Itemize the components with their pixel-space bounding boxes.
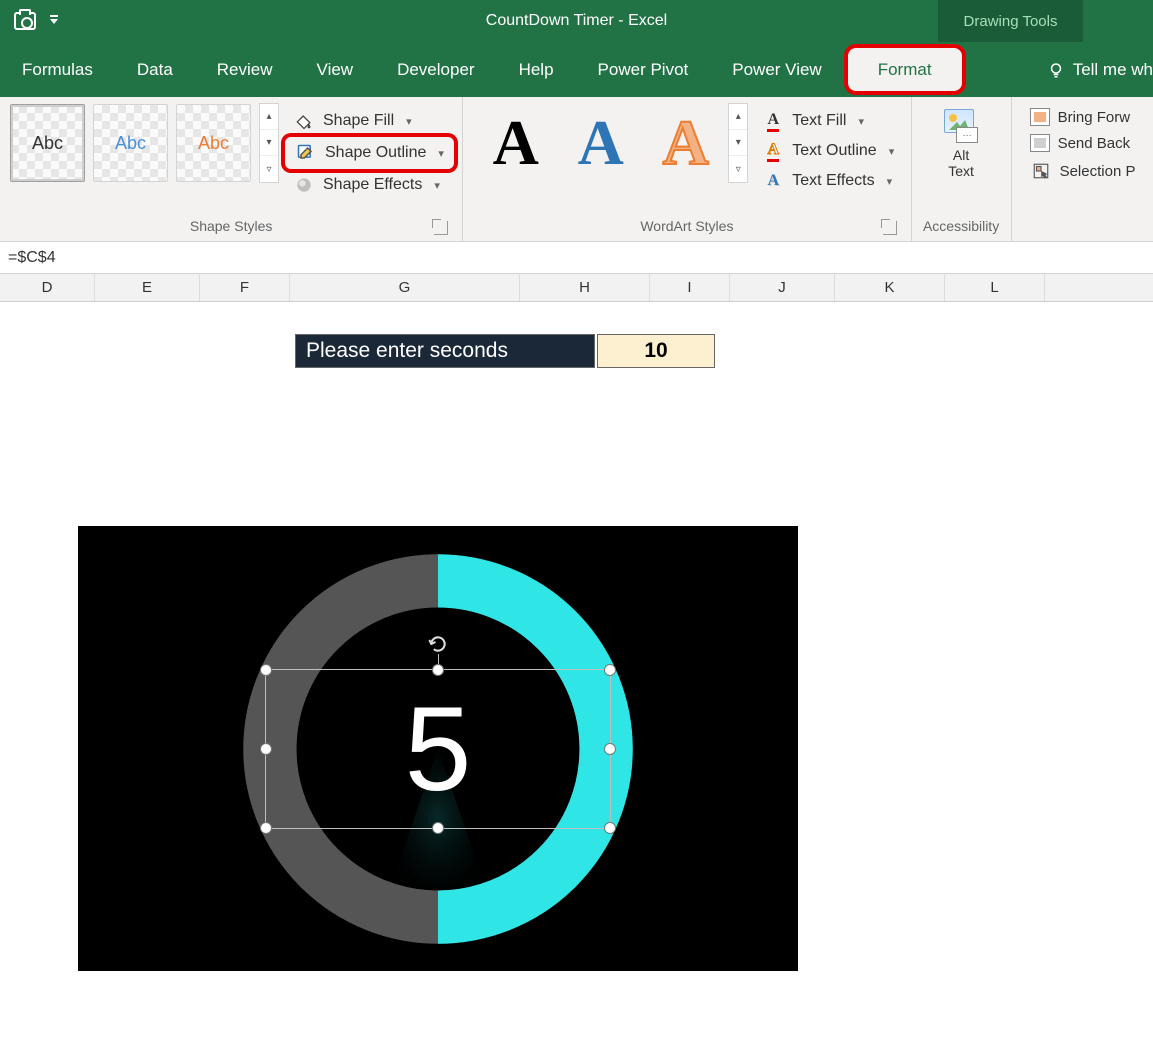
tab-developer[interactable]: Developer (375, 42, 497, 97)
alt-text-label: Alt Text (948, 147, 974, 179)
col-header[interactable]: H (520, 274, 650, 301)
pencil-outline-icon (295, 142, 317, 164)
tab-format[interactable]: Format (848, 48, 962, 91)
group-label-wordart: WordArt Styles (473, 215, 900, 237)
text-fill-label: Text Fill (792, 112, 846, 130)
tab-formulas[interactable]: Formulas (0, 42, 115, 97)
column-headers[interactable]: DEFGHIJKL (0, 274, 1153, 302)
shape-style-thumb[interactable]: Abc (176, 104, 251, 182)
resize-handle[interactable] (432, 822, 444, 834)
scroll-down-icon[interactable]: ▾ (260, 130, 278, 156)
tab-powerview[interactable]: Power View (710, 42, 843, 97)
lightbulb-icon (1047, 61, 1065, 79)
gallery-scroll[interactable]: ▴ ▾ ▿ (259, 103, 279, 183)
wordart-gallery[interactable]: A A A ▴ ▾ ▿ (473, 103, 748, 183)
col-header[interactable]: F (200, 274, 290, 301)
alt-text-icon: ··· (944, 109, 978, 143)
text-effects-label: Text Effects (792, 172, 874, 190)
text-effects-icon: A (762, 170, 784, 192)
gallery-scroll[interactable]: ▴ ▾ ▿ (728, 103, 748, 183)
tell-me-text: Tell me wh (1073, 60, 1153, 80)
send-backward-label: Send Back (1058, 135, 1131, 152)
text-fill-icon: A (762, 110, 784, 132)
alt-text-button[interactable]: ··· Alt Text (926, 103, 996, 185)
col-header[interactable]: L (945, 274, 1045, 301)
col-header[interactable]: D (0, 274, 95, 301)
bucket-icon (293, 110, 315, 132)
effects-icon (293, 174, 315, 196)
scroll-down-icon[interactable]: ▾ (729, 130, 747, 156)
formula-bar-value: =$C$4 (8, 249, 56, 267)
countdown-chart[interactable]: 5 (78, 526, 798, 971)
text-effects-button[interactable]: A Text Effects (754, 167, 902, 195)
tab-view[interactable]: View (295, 42, 376, 97)
text-outline-button[interactable]: A Text Outline (754, 137, 902, 165)
tab-data[interactable]: Data (115, 42, 195, 97)
selection-pane-icon (1030, 160, 1052, 182)
timer-digit: 5 (405, 680, 472, 818)
tab-powerpivot[interactable]: Power Pivot (576, 42, 711, 97)
tell-me[interactable]: Tell me wh (1027, 42, 1153, 97)
camera-icon[interactable] (14, 12, 36, 30)
wordart-thumb[interactable]: A (643, 103, 728, 183)
dialog-launcher-icon[interactable] (434, 221, 448, 235)
col-header[interactable]: J (730, 274, 835, 301)
col-header[interactable]: E (95, 274, 200, 301)
send-backward-button[interactable]: Send Back (1022, 131, 1144, 155)
col-header[interactable]: K (835, 274, 945, 301)
contextual-tab-group: Drawing Tools (938, 0, 1083, 42)
ribbon-tabs: Formulas Data Review View Developer Help… (0, 42, 1153, 97)
qat-customize-caret[interactable] (50, 19, 58, 24)
shape-style-thumb[interactable]: Abc (10, 104, 85, 182)
shape-outline-button[interactable]: Shape Outline (285, 137, 454, 169)
resize-handle[interactable] (604, 664, 616, 676)
input-value-cell[interactable]: 10 (597, 334, 715, 368)
window-title: CountDown Timer - Excel (486, 12, 667, 30)
rotate-connector (438, 654, 439, 664)
group-label-arrange (1022, 215, 1143, 237)
resize-handle[interactable] (260, 743, 272, 755)
send-backward-icon (1030, 134, 1050, 152)
scroll-up-icon[interactable]: ▴ (729, 104, 747, 130)
resize-handle[interactable] (260, 822, 272, 834)
wordart-thumb[interactable]: A (558, 103, 643, 183)
shape-selection-box[interactable]: 5 (265, 669, 611, 829)
ribbon: Abc Abc Abc ▴ ▾ ▿ Shape Fill Shape Outli… (0, 97, 1153, 242)
bring-forward-label: Bring Forw (1058, 109, 1131, 126)
shape-effects-button[interactable]: Shape Effects (285, 171, 454, 199)
gallery-expand-icon[interactable]: ▿ (260, 156, 278, 182)
tab-help[interactable]: Help (497, 42, 576, 97)
col-header[interactable]: G (290, 274, 520, 301)
gallery-expand-icon[interactable]: ▿ (729, 156, 747, 182)
col-header[interactable]: I (650, 274, 730, 301)
formula-bar[interactable]: =$C$4 (0, 242, 1153, 274)
resize-handle[interactable] (260, 664, 272, 676)
shape-fill-button[interactable]: Shape Fill (285, 107, 454, 135)
dialog-launcher-icon[interactable] (883, 221, 897, 235)
scroll-up-icon[interactable]: ▴ (260, 104, 278, 130)
selection-pane-label: Selection P (1060, 163, 1136, 180)
bring-forward-button[interactable]: Bring Forw (1022, 105, 1144, 129)
tab-review[interactable]: Review (195, 42, 295, 97)
selection-pane-button[interactable]: Selection P (1022, 157, 1144, 185)
wordart-thumb[interactable]: A (473, 103, 558, 183)
resize-handle[interactable] (604, 743, 616, 755)
title-bar: CountDown Timer - Excel Drawing Tools (0, 0, 1153, 42)
group-label-shape-styles: Shape Styles (10, 215, 452, 237)
input-label-cell: Please enter seconds (295, 334, 595, 368)
shape-style-thumb[interactable]: Abc (93, 104, 168, 182)
shape-fill-label: Shape Fill (323, 112, 394, 130)
worksheet[interactable]: Please enter seconds 10 (0, 302, 1153, 1022)
resize-handle[interactable] (432, 664, 444, 676)
text-fill-button[interactable]: A Text Fill (754, 107, 902, 135)
text-outline-label: Text Outline (792, 142, 876, 160)
shape-outline-label: Shape Outline (325, 144, 426, 162)
shape-effects-label: Shape Effects (323, 176, 422, 194)
group-label-accessibility: Accessibility (922, 215, 1001, 237)
text-outline-icon: A (762, 140, 784, 162)
shape-style-gallery[interactable]: Abc Abc Abc ▴ ▾ ▿ (10, 103, 279, 183)
bring-forward-icon (1030, 108, 1050, 126)
rotate-handle[interactable] (428, 634, 448, 654)
resize-handle[interactable] (604, 822, 616, 834)
